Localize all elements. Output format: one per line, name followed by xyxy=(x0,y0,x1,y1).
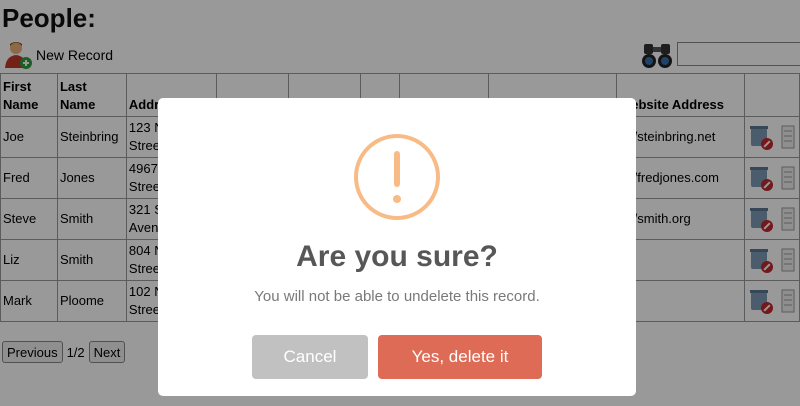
dialog-title: Are you sure? xyxy=(296,240,498,273)
exclamation-circle-icon xyxy=(354,134,440,220)
confirm-delete-button[interactable]: Yes, delete it xyxy=(378,335,542,379)
cancel-button[interactable]: Cancel xyxy=(252,335,368,379)
dialog-message: You will not be able to undelete this re… xyxy=(254,288,540,305)
confirm-dialog: Are you sure? You will not be able to un… xyxy=(158,98,636,396)
